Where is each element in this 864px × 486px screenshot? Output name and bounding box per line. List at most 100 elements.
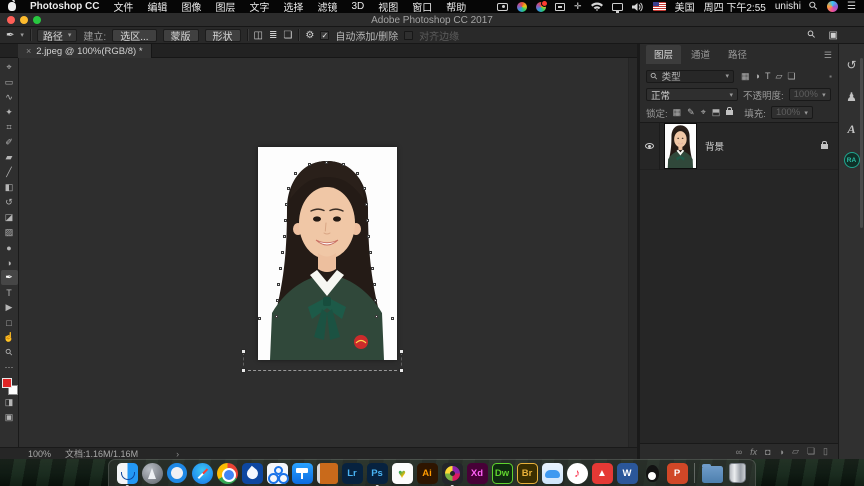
account-avatar[interactable]: RA <box>843 152 860 168</box>
path-anchor[interactable] <box>373 283 376 286</box>
path-arrangement-icon[interactable]: ❏ <box>283 30 292 41</box>
gear-icon[interactable]: ⚙ <box>305 30 314 41</box>
path-alignment-icon[interactable]: ≣ <box>269 30 277 41</box>
path-anchor[interactable] <box>363 187 366 190</box>
lock-position-icon[interactable]: ⌖ <box>701 107 706 118</box>
tool-mode-dropdown[interactable]: 路径 ▾ <box>36 28 78 43</box>
menu-edit[interactable]: 编辑 <box>147 0 167 14</box>
visibility-cell[interactable] <box>640 122 660 170</box>
layer-effects-icon[interactable]: fx <box>750 447 757 457</box>
menu-view[interactable]: 视图 <box>378 0 398 14</box>
transform-box[interactable] <box>241 349 404 373</box>
make-shape-button[interactable]: 形状 <box>204 28 241 43</box>
lock-transparency-icon[interactable]: ▦ <box>673 107 682 118</box>
tab-layers[interactable]: 图层 <box>646 45 682 64</box>
healing-brush-tool[interactable]: ▰ <box>1 150 18 165</box>
menubar-clock[interactable]: 周四 下午2:55 <box>704 0 766 14</box>
menu-image[interactable]: 图像 <box>181 0 201 14</box>
menu-layer[interactable]: 图层 <box>215 0 235 14</box>
dock-circles-app[interactable] <box>266 462 288 484</box>
screen-capture-icon[interactable] <box>497 2 509 11</box>
adjustment-filter-icon[interactable]: ◑ <box>755 71 760 82</box>
dock-xd[interactable]: Xd <box>466 462 488 484</box>
lock-artboard-icon[interactable]: ⬒ <box>712 107 721 118</box>
dock-browser-bird[interactable] <box>241 462 263 484</box>
status-chevron-icon[interactable]: › <box>176 449 179 459</box>
dock-word[interactable]: W <box>616 462 638 484</box>
dock-cloud-app[interactable] <box>541 462 563 484</box>
blur-tool[interactable]: ● <box>1 240 18 255</box>
spotlight-icon[interactable]: ⚲ <box>807 0 821 13</box>
foreground-color-chip[interactable] <box>1 378 12 388</box>
menu-window[interactable]: 窗口 <box>412 0 432 14</box>
colorful-app-icon[interactable] <box>517 1 528 12</box>
path-anchor[interactable] <box>367 235 370 238</box>
dock-quicktime[interactable] <box>166 462 188 484</box>
transform-handle[interactable] <box>241 349 246 354</box>
search-icon[interactable]: ⚲ <box>806 28 819 42</box>
zoom-tool[interactable]: ⚲ <box>3 346 15 358</box>
menu-3d[interactable]: 3D <box>351 1 364 12</box>
wifi-icon[interactable] <box>590 2 603 11</box>
path-anchor[interactable] <box>287 187 290 190</box>
path-selection-tool[interactable]: ▶ <box>1 300 18 315</box>
notification-center-icon[interactable]: ☰ <box>847 1 856 12</box>
us-flag-icon[interactable] <box>652 2 666 11</box>
crop-tool[interactable]: ⌗ <box>1 120 18 135</box>
lasso-tool[interactable]: ∿ <box>1 90 18 105</box>
edit-toolbar-icon[interactable]: ⋯ <box>1 360 18 375</box>
path-anchor[interactable] <box>284 219 287 222</box>
dock-red-a-app[interactable]: ▲ <box>591 462 613 484</box>
colorful-app-notification-icon[interactable] <box>536 0 549 12</box>
dock-launchpad[interactable] <box>141 462 163 484</box>
document-tab[interactable]: × 2.jpeg @ 100%(RGB/8) * <box>18 44 152 58</box>
dock-chrome[interactable] <box>216 462 238 484</box>
path-anchor[interactable] <box>285 203 288 206</box>
shape-filter-icon[interactable]: ▱ <box>775 71 782 82</box>
close-tab-icon[interactable]: × <box>26 46 31 56</box>
type-filter-icon[interactable]: T <box>765 71 771 82</box>
input-source-label[interactable]: 美国 <box>675 0 695 14</box>
layer-mask-icon[interactable]: ◘ <box>765 447 770 457</box>
auto-add-delete-checkbox[interactable]: ✓ <box>320 30 330 40</box>
pen-preset-icon[interactable]: ✒ <box>6 30 14 41</box>
preset-caret-icon[interactable]: ▾ <box>20 31 24 39</box>
menubar-username[interactable]: unishi <box>775 1 801 12</box>
pen-tool[interactable]: ✒ <box>0 270 18 285</box>
marquee-tool[interactable]: ▭ <box>1 75 18 90</box>
app-menu-title[interactable]: Photoshop CC <box>30 1 99 12</box>
screen-mode-button[interactable]: ▣ <box>1 410 18 425</box>
delete-layer-icon[interactable]: ▯ <box>823 446 828 457</box>
path-anchor[interactable] <box>365 203 368 206</box>
path-anchor[interactable] <box>308 163 311 166</box>
dock-film-app[interactable] <box>441 462 463 486</box>
dock-bridge[interactable]: Br <box>516 462 538 484</box>
make-mask-button[interactable]: 蒙版 <box>162 28 199 43</box>
path-operations-icon[interactable]: ◫ <box>254 30 263 41</box>
apple-menu-icon[interactable] <box>8 0 16 11</box>
path-anchor[interactable] <box>325 161 328 164</box>
menu-file[interactable]: 文件 <box>113 0 133 14</box>
menu-select[interactable]: 选择 <box>283 0 303 14</box>
transform-handle[interactable] <box>241 368 246 373</box>
new-layer-icon[interactable]: ❏ <box>807 446 815 457</box>
volume-icon[interactable] <box>631 2 644 12</box>
layer-thumbnail[interactable] <box>664 123 697 169</box>
lock-all-icon[interactable] <box>726 107 734 115</box>
dock-notebook[interactable] <box>316 462 338 484</box>
layer-filter-dropdown[interactable]: ⚲ 类型 ▾ <box>646 69 734 83</box>
lock-paint-icon[interactable]: ✎ <box>687 107 695 118</box>
display-icon[interactable] <box>611 2 623 13</box>
history-brush-tool[interactable]: ↺ <box>1 195 18 210</box>
fill-field[interactable]: 100% ▾ <box>770 106 813 119</box>
hub-icon[interactable]: ✛ <box>574 1 582 12</box>
color-chips[interactable] <box>1 378 18 395</box>
clone-source-panel-icon[interactable]: ♟ <box>843 88 861 106</box>
type-tool[interactable]: T <box>1 285 18 300</box>
opacity-field[interactable]: 100% ▾ <box>788 88 831 101</box>
shape-tool[interactable]: □ <box>1 315 18 330</box>
device-icon[interactable] <box>555 2 566 11</box>
dodge-tool[interactable]: ◑ <box>1 255 18 270</box>
dock-powerpoint[interactable]: P <box>666 462 688 484</box>
document-image[interactable] <box>258 147 397 360</box>
